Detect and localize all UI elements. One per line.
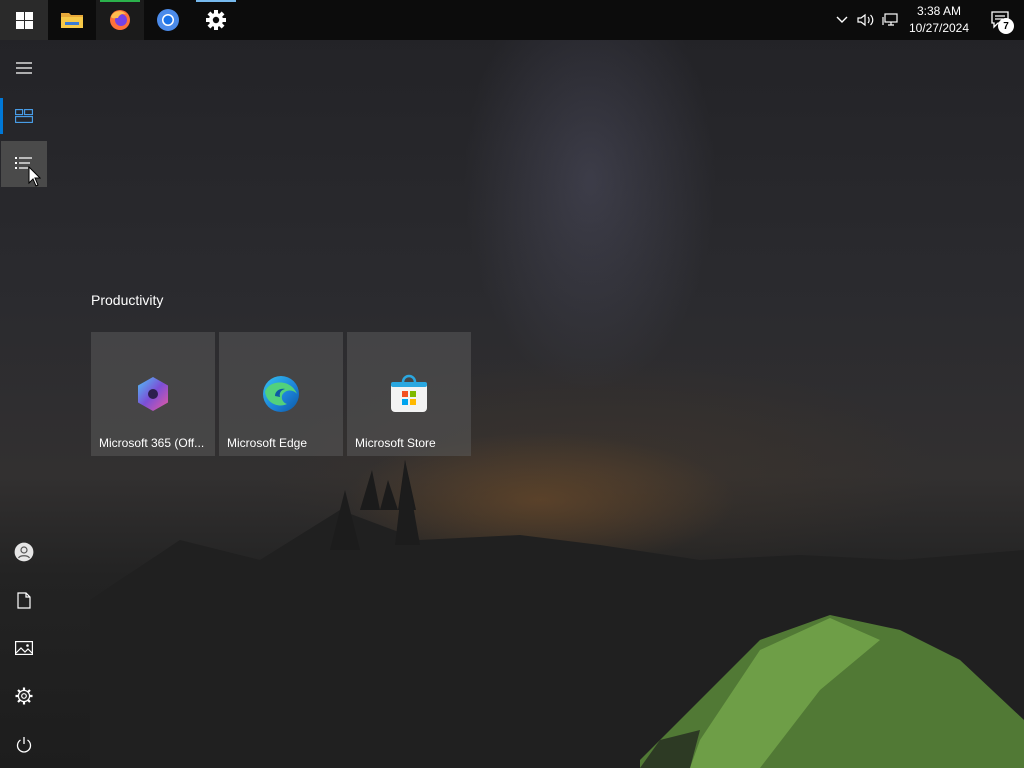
documents-icon (17, 591, 31, 609)
taskbar-chromium[interactable] (144, 0, 192, 40)
tile-group-title[interactable]: Productivity (91, 292, 163, 308)
chromium-icon (157, 9, 179, 31)
tile-microsoft-store[interactable]: Microsoft Store (347, 332, 471, 456)
user-account-button[interactable] (0, 528, 48, 576)
settings-button[interactable] (0, 672, 48, 720)
volume-button[interactable] (854, 0, 878, 40)
tile-microsoft-365[interactable]: Microsoft 365 (Off... (91, 332, 215, 456)
show-hidden-icons-button[interactable] (830, 0, 854, 40)
volume-icon (857, 13, 874, 27)
tile-label: Microsoft 365 (Off... (99, 436, 205, 450)
clock-date: 10/27/2024 (908, 21, 970, 35)
tile-label: Microsoft Edge (227, 436, 308, 450)
tile-group: Microsoft 365 (Off... Microsoft Edge Mic… (91, 332, 471, 456)
microsoft-edge-icon (263, 376, 299, 412)
expand-menu-button[interactable] (0, 44, 48, 92)
chevron-up-icon (836, 16, 848, 23)
clock-time: 3:38 AM (916, 4, 962, 18)
system-tray: 3:38 AM 10/27/2024 7 (830, 0, 1024, 40)
pinned-tiles-button[interactable] (0, 92, 48, 140)
action-center-button[interactable]: 7 (976, 0, 1024, 40)
mouse-cursor-icon (28, 166, 41, 187)
windows-logo-icon (15, 11, 33, 29)
network-button[interactable] (878, 0, 902, 40)
pictures-icon (15, 641, 33, 655)
settings-icon (15, 687, 33, 705)
taskbar-file-explorer[interactable] (48, 0, 96, 40)
firefox-icon (110, 10, 130, 30)
notification-count-badge: 7 (998, 18, 1014, 34)
start-button[interactable] (0, 0, 48, 40)
start-menu-rail (0, 40, 48, 768)
network-icon (882, 13, 898, 26)
hamburger-menu-icon (16, 62, 32, 74)
tile-microsoft-edge[interactable]: Microsoft Edge (219, 332, 343, 456)
user-account-icon (14, 542, 34, 562)
pinned-tiles-icon (15, 109, 33, 123)
file-explorer-icon (61, 13, 83, 28)
microsoft-365-icon (138, 377, 168, 411)
microsoft-store-icon (391, 374, 427, 412)
settings-gear-icon (206, 10, 226, 30)
power-icon (16, 736, 32, 753)
documents-button[interactable] (0, 576, 48, 624)
taskbar-firefox[interactable] (96, 0, 144, 40)
taskbar: 3:38 AM 10/27/2024 7 (0, 0, 1024, 40)
power-button[interactable] (0, 720, 48, 768)
taskbar-settings[interactable] (192, 0, 240, 40)
pictures-button[interactable] (0, 624, 48, 672)
tile-label: Microsoft Store (355, 436, 436, 450)
taskbar-clock[interactable]: 3:38 AM 10/27/2024 (902, 3, 976, 37)
